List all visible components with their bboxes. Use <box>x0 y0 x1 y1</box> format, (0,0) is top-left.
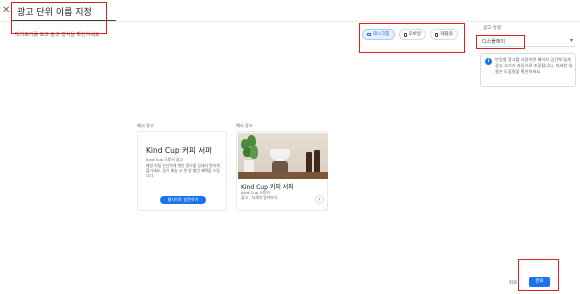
page-subtitle: 미리보기를 보고 광고 형식을 확인하세요 <box>15 32 100 38</box>
ad-type-select[interactable]: 디스플레이 ▾ <box>478 35 575 47</box>
ad-image <box>238 133 328 179</box>
desktop-icon <box>367 33 371 36</box>
info-icon: i <box>485 58 492 65</box>
ad-type-value: 디스플레이 <box>482 39 506 45</box>
ad-type-label: 광고 유형 <box>483 26 501 31</box>
image-ad-preview: Kind Cup 커피 서퍼 Kind Cup 스토어 광고 · 자세히 알아보… <box>236 131 328 211</box>
preview-label-left: 예시 광고 <box>137 123 154 128</box>
image-ad-meta: 광고 · 자세히 알아보기 <box>241 195 278 200</box>
device-mobile-label: 모바일 <box>408 32 421 37</box>
chevron-right-icon[interactable]: › <box>315 195 324 204</box>
preview-label-right: 예시 광고 <box>236 123 253 128</box>
chevron-down-icon: ▾ <box>569 37 573 44</box>
device-toggle-group: 데스크톱 모바일 태블릿 <box>362 29 458 40</box>
ad-unit-name-field[interactable]: 광고 단위 이름 지정 <box>11 3 116 21</box>
ad-description: 매일 아침 신선하게 볶은 원두를 집에서 편하게 즐기세요. 정기 배송 시 … <box>146 163 220 178</box>
ad-title: Kind Cup 커피 서퍼 <box>146 146 213 155</box>
done-button[interactable]: 완료 <box>529 277 550 287</box>
info-box: i 반응형 광고를 사용하면 페이지 공간에 맞게 광고 크기가 자동으로 조정… <box>480 53 576 87</box>
divider <box>0 21 580 22</box>
ad-unit-name-value: 광고 단위 이름 지정 <box>17 8 92 18</box>
back-button[interactable]: 뒤로 <box>509 280 517 286</box>
info-text: 반응형 광고를 사용하면 페이지 공간에 맞게 광고 크기가 자동으로 조정됩니… <box>495 57 573 74</box>
mobile-icon <box>403 32 407 37</box>
visit-website-button[interactable]: 웹사이트 방문하기 <box>160 196 206 204</box>
device-tablet-label: 태블릿 <box>440 32 453 37</box>
device-desktop-label: 데스크톱 <box>373 32 390 37</box>
device-mobile-button[interactable]: 모바일 <box>398 29 426 40</box>
device-tablet-button[interactable]: 태블릿 <box>429 29 458 40</box>
text-ad-preview: Kind Cup 커피 서퍼 Kind Cup 스토어 광고 매일 아침 신선하… <box>137 131 227 211</box>
device-desktop-button[interactable]: 데스크톱 <box>362 29 395 40</box>
tablet-icon <box>434 32 439 37</box>
